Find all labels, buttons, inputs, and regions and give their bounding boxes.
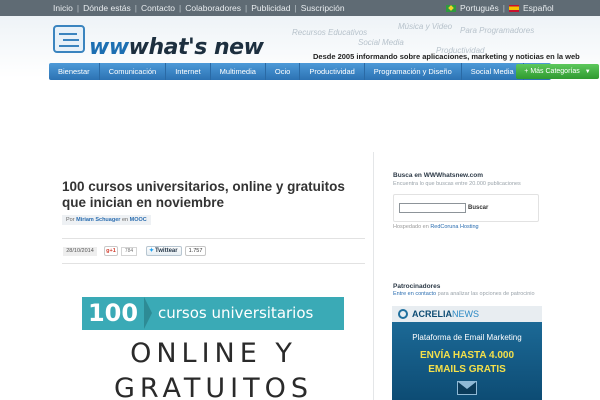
sponsors-title: Patrocinadores xyxy=(393,283,441,290)
tag-cloud-item[interactable]: Para Programadores xyxy=(460,26,534,35)
nav-item-comunicacion[interactable]: Comunicación xyxy=(100,63,167,80)
sponsors-subtitle: Entre en contacto para analizar las opci… xyxy=(393,291,535,297)
category-link[interactable]: MOOC xyxy=(130,217,147,223)
page: Inicio | Dónde estás | Contacto | Colabo… xyxy=(0,0,600,400)
google-plus-button[interactable]: g+1 xyxy=(104,246,118,256)
caret-down-icon: ▼ xyxy=(584,68,591,75)
language-switcher: Português | Español xyxy=(446,0,554,16)
hero-number: 100 xyxy=(87,299,139,327)
top-bar: Inicio | Dónde estás | Contacto | Colabo… xyxy=(0,0,600,16)
tweet-label: Twittear xyxy=(155,248,178,254)
search-button[interactable]: Buscar xyxy=(468,203,488,213)
site-tagline: Desde 2005 informando sobre aplicaciones… xyxy=(313,52,580,61)
top-links: Inicio | Dónde estás | Contacto | Colabo… xyxy=(53,0,345,16)
search-widget-title: Busca en WWWhatsnew.com xyxy=(393,172,484,179)
nav-item-internet[interactable]: Internet xyxy=(166,63,211,80)
column-divider xyxy=(373,152,374,400)
ad-brand-name: ACRELIA xyxy=(412,309,452,319)
spain-flag-icon xyxy=(508,4,519,12)
sponsors-contact-link[interactable]: Entre en contacto xyxy=(393,291,436,297)
ad-line-1: Plataforma de Email Marketing xyxy=(412,333,522,342)
hosting-prefix: Hospedado en xyxy=(393,224,429,230)
byline-in: en xyxy=(121,217,129,223)
nav-item-multimedia[interactable]: Multimedia xyxy=(211,63,266,80)
logo-prefix: ww xyxy=(89,35,129,60)
nav-item-social-media[interactable]: Social Media xyxy=(462,63,524,80)
hero-banner-text: cursos universitarios xyxy=(158,304,314,322)
lang-portugues[interactable]: Português xyxy=(460,3,499,13)
search-input[interactable] xyxy=(399,203,466,213)
ad-line-3: EMAILS GRATIS xyxy=(428,364,506,375)
separator: | xyxy=(76,3,80,13)
separator: | xyxy=(294,3,297,13)
tweet-button[interactable]: ✦Twittear xyxy=(146,246,182,256)
top-link-colaboradores[interactable]: Colaboradores xyxy=(185,3,241,13)
twitter-bird-icon: ✦ xyxy=(149,248,155,254)
ad-brand: ACRELIANEWS xyxy=(412,306,479,322)
search-widget-subtitle: Encuentra lo que buscas entre 20.000 pub… xyxy=(393,181,521,187)
separator: | xyxy=(245,3,248,13)
article-byline: Por Miriam Schuager en MOOC xyxy=(62,215,151,225)
sponsor-ad-banner[interactable]: ACRELIANEWS Plataforma de Email Marketin… xyxy=(392,306,542,400)
ad-line-2: ENVÍA HASTA 4.000 xyxy=(419,350,515,361)
tweet-count: 1.757 xyxy=(185,246,206,256)
separator: | xyxy=(134,3,138,13)
sponsors-text: para analizar las opciones de patrocinio xyxy=(437,291,535,297)
logo-rest: what's new xyxy=(128,35,264,60)
google-plus-count: 784 xyxy=(121,247,137,256)
category-nav: Bienestar Comunicación Internet Multimed… xyxy=(49,63,599,80)
more-categories-label: + Más Categorías xyxy=(524,68,580,75)
tag-cloud-item[interactable]: Recursos Educativos xyxy=(292,28,367,37)
top-link-inicio[interactable]: Inicio xyxy=(53,3,73,13)
banner-arrow xyxy=(144,297,152,329)
hero-line-2: GRATUITOS xyxy=(113,373,314,400)
brazil-flag-icon xyxy=(446,4,456,12)
tag-cloud-item[interactable]: Social Media xyxy=(358,38,404,47)
byline-prefix: Por xyxy=(66,217,75,223)
envelope-icon xyxy=(457,381,477,395)
search-widget: Buscar xyxy=(393,194,539,222)
hosting-credit: Hospedado en RedCoruna Hosting xyxy=(393,224,479,230)
hero-banner: 100 cursos universitarios xyxy=(82,297,344,330)
circuit-line xyxy=(63,39,79,41)
separator: | xyxy=(502,3,505,13)
tag-cloud-item[interactable]: Música y Video xyxy=(398,22,452,31)
ad-brand-suffix: NEWS xyxy=(452,309,479,319)
circuit-line xyxy=(59,33,77,35)
site-logo[interactable]: wwwhat's new xyxy=(89,35,264,60)
nav-item-bienestar[interactable]: Bienestar xyxy=(49,63,100,80)
acrelia-logo-icon xyxy=(398,309,408,319)
article-title[interactable]: 100 cursos universitarios, online y grat… xyxy=(62,179,362,211)
lang-espanol[interactable]: Español xyxy=(523,3,554,13)
divider xyxy=(62,238,365,239)
nav-item-productividad[interactable]: Productividad xyxy=(300,63,365,80)
author-link[interactable]: Miriam Schuager xyxy=(76,217,120,223)
nav-item-ocio[interactable]: Ocio xyxy=(266,63,301,80)
circuit-line xyxy=(59,45,79,47)
nav-item-programacion[interactable]: Programación y Diseño xyxy=(365,63,462,80)
article-date: 28/10/2014 xyxy=(63,247,97,256)
circuit-logo-icon[interactable] xyxy=(53,25,85,53)
article-hero-image: 100 cursos universitarios ONLINE Y GRATU… xyxy=(62,280,365,400)
separator: | xyxy=(179,3,182,13)
top-link-contacto[interactable]: Contacto xyxy=(141,3,175,13)
hosting-link[interactable]: RedCoruna Hosting xyxy=(430,224,478,230)
top-link-donde-estas[interactable]: Dónde estás xyxy=(83,3,131,13)
hero-line-1: ONLINE Y xyxy=(130,338,297,369)
top-link-publicidad[interactable]: Publicidad xyxy=(251,3,290,13)
top-link-suscripcion[interactable]: Suscripción xyxy=(301,3,345,13)
ad-brand-bar: ACRELIANEWS xyxy=(392,306,542,322)
more-categories-button[interactable]: + Más Categorías ▼ xyxy=(516,64,599,79)
divider xyxy=(62,263,365,264)
